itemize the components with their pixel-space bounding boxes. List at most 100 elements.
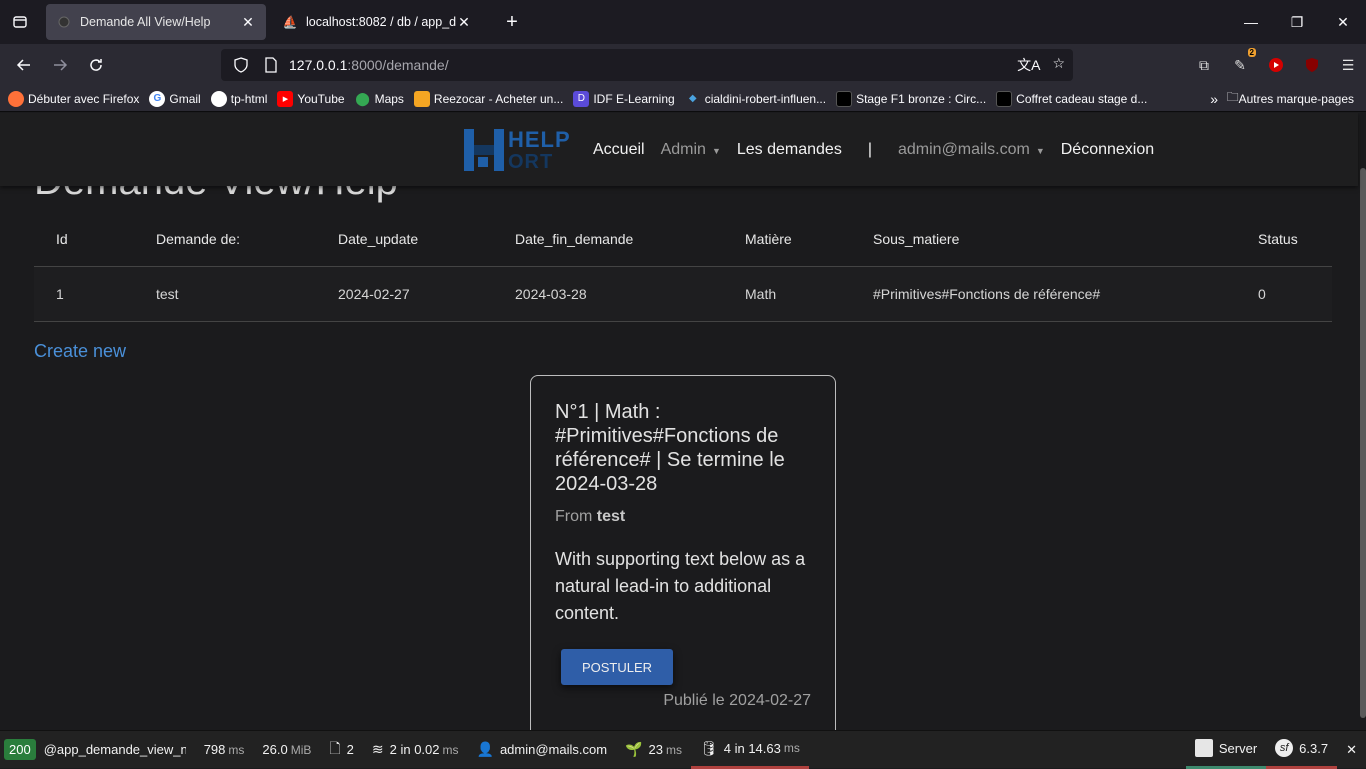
ublock-icon[interactable] — [1302, 55, 1322, 75]
table-row[interactable]: 1 test 2024-02-27 2024-03-28 Math #Primi… — [34, 266, 1332, 322]
bookmark-firefox[interactable]: Débuter avec Firefox — [8, 90, 139, 107]
user-icon: 👤 — [476, 741, 494, 757]
cell-id: 1 — [34, 266, 134, 322]
card-from: From test — [555, 508, 626, 525]
tab-demande-view[interactable]: Demande All View/Help ✕ — [46, 4, 266, 40]
bookmarks-bar: Débuter avec Firefox G Gmail tp-html ▶ You… — [0, 86, 1366, 112]
create-new-link[interactable]: Create new — [34, 341, 126, 362]
debug-forms[interactable]: 🗋 2 — [320, 731, 363, 769]
extension-notes-icon[interactable]: ✎ 2 — [1230, 48, 1256, 75]
route-name: @app_demande_view_n_help — [43, 742, 186, 757]
close-window-icon[interactable]: ✕ — [1320, 0, 1366, 44]
column-status: Status — [1236, 212, 1332, 267]
symfony-icon: sf — [1275, 739, 1294, 757]
debug-server[interactable]: Server — [1185, 731, 1267, 769]
caret-down-icon: ▼ — [1035, 146, 1045, 156]
debug-twig[interactable]: 🌱 23 ms — [616, 731, 691, 769]
racing-icon — [836, 90, 853, 107]
translate-icon[interactable]: 文A — [1017, 55, 1040, 75]
nav-requests[interactable]: Les demandes — [737, 141, 842, 159]
postuler-button[interactable]: POSTULER — [561, 649, 673, 685]
more-bookmarks-icon[interactable]: » — [1210, 91, 1218, 107]
bookmark-idf-elearning[interactable]: D IDF E-Learning — [573, 90, 675, 107]
symfony-debug-toolbar: 200 @app_demande_view_n_help 798ms 26.0M… — [0, 730, 1366, 769]
bookmark-coffret[interactable]: Coffret cadeau stage d... — [996, 90, 1147, 107]
page-info-icon[interactable] — [259, 57, 283, 73]
extension-badge: 2 — [1247, 48, 1256, 57]
site-logo[interactable]: HELP ORT — [464, 127, 570, 175]
demande-card: N°1 | Math : #Primitives#Fonctions de ré… — [530, 375, 836, 730]
debug-cache[interactable]: ≋ 2 in 0.02 ms — [363, 731, 468, 769]
maps-icon: ⬤ — [355, 90, 370, 106]
cell-date-update: 2024-02-27 — [316, 266, 493, 322]
folder-icon: 🗀 — [1226, 90, 1239, 104]
nav-admin-dropdown[interactable]: Admin ▼ — [661, 141, 721, 159]
nav-home[interactable]: Accueil — [593, 141, 645, 159]
cell-sous-matiere: #Primitives#Fonctions de référence# — [851, 266, 1236, 322]
cell-matiere: Math — [723, 266, 851, 322]
main-menu: Accueil Admin ▼ Les demandes | admin@mail… — [593, 141, 1170, 159]
demande-table: Id Demande de: Date_update Date_fin_dema… — [34, 212, 1332, 322]
close-tab-icon[interactable]: ✕ — [240, 14, 256, 31]
minimize-icon[interactable]: — — [1228, 0, 1274, 44]
reload-button[interactable] — [80, 49, 112, 81]
page-content: Demande View/Help HELP ORT Accueil Admin… — [0, 113, 1366, 730]
new-tab-button[interactable]: + — [496, 6, 528, 38]
page-scrollbar[interactable] — [1360, 168, 1366, 718]
extensions-icon[interactable]: ⧉ — [1194, 55, 1214, 75]
debug-database[interactable]: 🛢 4 in 14.63 ms — [690, 731, 809, 769]
phpmyadmin-favicon-icon: ⛵ — [282, 15, 298, 29]
column-date-update: Date_update — [316, 212, 493, 267]
bookmark-gmail[interactable]: G Gmail — [149, 90, 201, 107]
caret-down-icon: ▼ — [711, 146, 721, 156]
debug-time[interactable]: 798 ms — [195, 731, 254, 769]
tracking-protection-icon[interactable] — [229, 57, 253, 73]
bookmark-youtube[interactable]: ▶ YouTube — [277, 90, 345, 107]
browser-navbar: 127.0.0.1:8000/demande/ 文A ☆ ⧉ ✎ 2 ☰ — [0, 44, 1366, 86]
debug-request[interactable]: 200 @app_demande_view_n_help — [0, 731, 195, 769]
bookmark-reezocar[interactable]: Reezocar - Acheter un... — [413, 90, 563, 107]
logo-text-bottom: ORT — [508, 151, 554, 173]
card-title: N°1 | Math : #Primitives#Fonctions de ré… — [555, 401, 785, 495]
debug-symfony[interactable]: sf 6.3.7 — [1266, 731, 1338, 769]
other-bookmarks-button[interactable]: 🗀 Autres marque-pages — [1227, 88, 1354, 109]
bookmark-maps[interactable]: ⬤ Maps — [355, 91, 404, 107]
back-button[interactable] — [8, 49, 40, 81]
google-icon: G — [149, 90, 166, 107]
url-host: 127.0.0.1 — [289, 57, 348, 73]
cell-status: 0 — [1236, 266, 1332, 322]
column-sous-matiere: Sous_matiere — [851, 212, 1236, 267]
youtube-extension-icon[interactable] — [1266, 55, 1286, 75]
close-debug-toolbar-icon[interactable]: ✕ — [1337, 731, 1366, 769]
elearning-icon: D — [573, 90, 590, 107]
bookmark-cialdini[interactable]: ◆ cialdini-robert-influen... — [685, 91, 826, 107]
card-text: With supporting text below as a natural … — [555, 549, 806, 623]
column-demande-de: Demande de: — [134, 212, 316, 267]
logo-mark-icon — [464, 129, 504, 171]
card-published-date: Publié le 2024-02-27 — [663, 692, 811, 709]
github-icon — [210, 90, 227, 107]
tab-phpmyadmin[interactable]: ⛵ localhost:8082 / db / app_db / c ✕ — [272, 4, 482, 40]
nav-user-dropdown[interactable]: admin@mails.com ▼ — [898, 141, 1045, 159]
menu-icon[interactable]: ☰ — [1338, 55, 1358, 75]
gift-icon — [996, 90, 1013, 107]
close-tab-icon[interactable]: ✕ — [456, 14, 472, 31]
window-controls: — ❐ ✕ — [1228, 0, 1366, 44]
url-bar[interactable]: 127.0.0.1:8000/demande/ 文A ☆ — [221, 49, 1073, 81]
url-path: :8000/demande/ — [347, 57, 449, 73]
nav-logout[interactable]: Déconnexion — [1061, 141, 1154, 159]
restore-icon[interactable]: ❐ — [1274, 0, 1320, 44]
bookmark-stage-f1[interactable]: Stage F1 bronze : Circ... — [836, 90, 986, 107]
forward-button[interactable] — [44, 49, 76, 81]
bookmark-star-icon[interactable]: ☆ — [1052, 55, 1065, 75]
database-icon: 🛢 — [699, 739, 718, 756]
cache-layers-icon: ≋ — [371, 741, 384, 757]
browser-tab-strip: Demande All View/Help ✕ ⛵ localhost:8082… — [0, 0, 1366, 44]
debug-user[interactable]: 👤 admin@mails.com — [468, 731, 617, 769]
bookmark-tp-html[interactable]: tp-html — [210, 90, 267, 107]
table-header-row: Id Demande de: Date_update Date_fin_dema… — [34, 212, 1332, 267]
debug-memory[interactable]: 26.0 MiB — [253, 731, 320, 769]
youtube-icon: ▶ — [277, 90, 294, 107]
list-all-tabs-icon[interactable] — [0, 0, 40, 44]
column-id: Id — [34, 212, 134, 267]
